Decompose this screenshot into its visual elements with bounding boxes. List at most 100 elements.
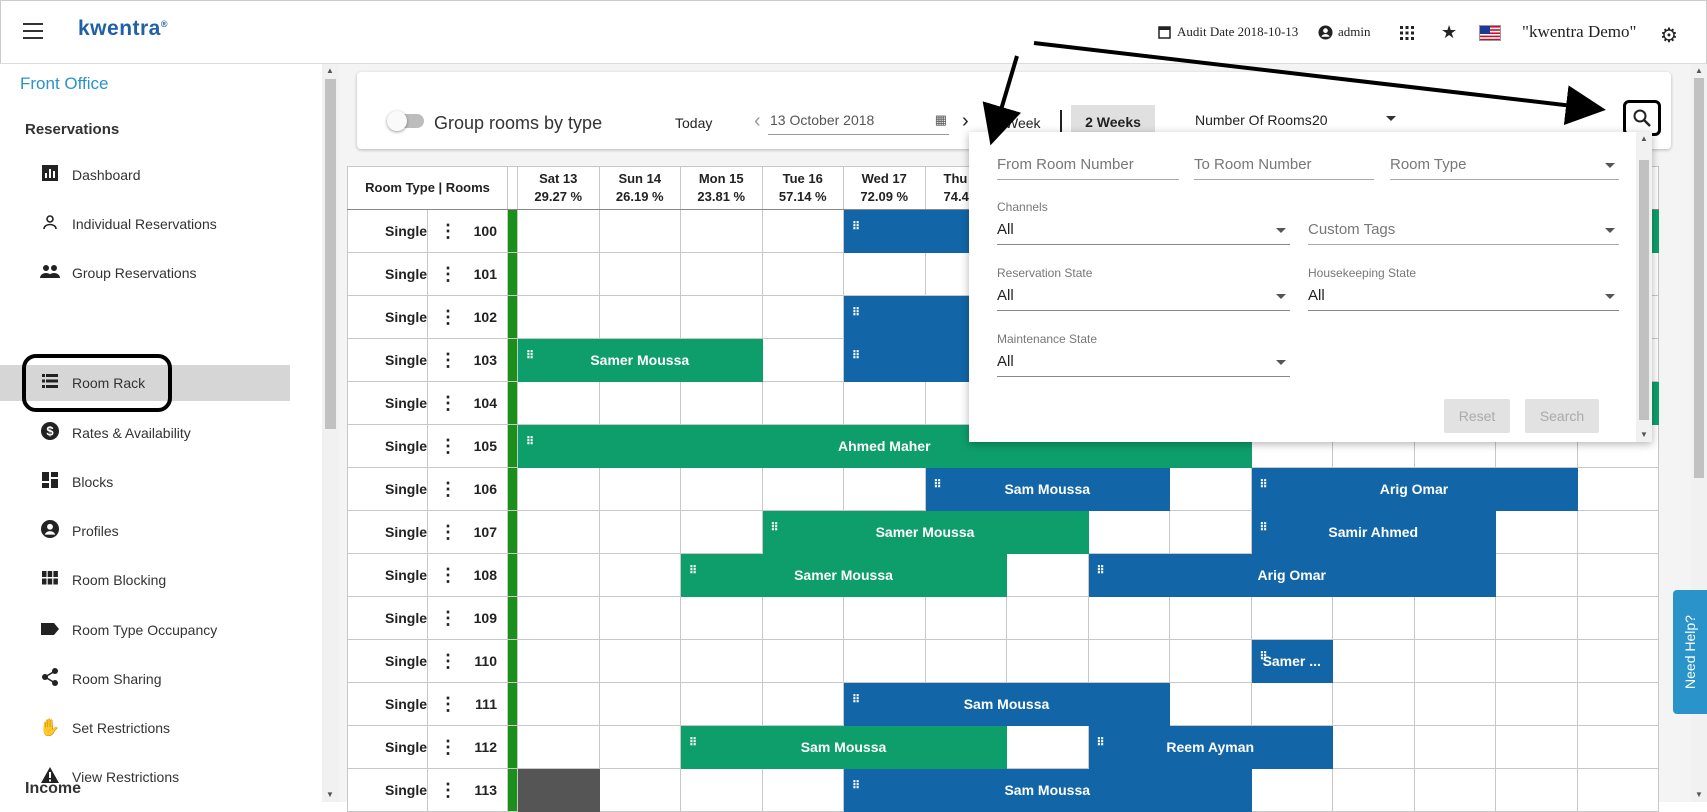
drag-handle-icon[interactable]: ⠿	[1260, 523, 1268, 534]
table-row[interactable]: Single ⋮ 111 ⠿ Sam Moussa	[347, 682, 1659, 726]
more-vert-icon[interactable]: ⋮	[439, 608, 457, 629]
empty-day-cell[interactable]	[680, 209, 763, 253]
empty-day-cell[interactable]	[598, 467, 681, 511]
empty-day-cell[interactable]	[761, 295, 844, 339]
room-number-cell[interactable]: ⋮ 103	[427, 338, 508, 382]
from-room-number-input[interactable]: From Room Number	[997, 156, 1179, 180]
sidebar-item-dashboard[interactable]: Dashboard	[0, 157, 290, 193]
app-logo[interactable]: kwentra®	[78, 17, 168, 41]
drag-handle-icon[interactable]: ⠿	[1260, 652, 1268, 663]
user-menu[interactable]: admin	[1318, 24, 1371, 40]
more-vert-icon[interactable]: ⋮	[439, 737, 457, 758]
company-name[interactable]: "kwentra Demo"	[1522, 22, 1636, 42]
reservation-block[interactable]: ⠿ Arig Omar	[1250, 467, 1578, 511]
more-vert-icon[interactable]: ⋮	[439, 393, 457, 414]
empty-day-cell[interactable]	[761, 467, 844, 511]
empty-day-cell[interactable]	[598, 639, 681, 683]
room-number-cell[interactable]: ⋮ 102	[427, 295, 508, 339]
empty-day-cell[interactable]	[517, 639, 600, 683]
search-submit-button[interactable]: Search	[1525, 399, 1599, 433]
sidebar-item-group-reservations[interactable]: Group Reservations	[0, 255, 290, 291]
empty-day-cell[interactable]	[1169, 639, 1252, 683]
drag-handle-icon[interactable]: ⠿	[689, 738, 697, 749]
empty-day-cell[interactable]	[1006, 639, 1089, 683]
reservation-block[interactable]	[517, 768, 600, 812]
search-panel-scrollbar[interactable]: ▲ ▼	[1636, 132, 1652, 442]
empty-day-cell[interactable]	[843, 252, 926, 296]
reservation-block[interactable]: ⠿ Reem Ayman	[1087, 725, 1333, 769]
empty-day-cell[interactable]	[1332, 725, 1415, 769]
date-field[interactable]: 13 October 2018 ▦	[768, 112, 949, 135]
empty-day-cell[interactable]	[1576, 467, 1659, 511]
empty-day-cell[interactable]	[517, 381, 600, 425]
room-number-cell[interactable]: ⋮ 107	[427, 510, 508, 554]
more-vert-icon[interactable]: ⋮	[439, 651, 457, 672]
table-row[interactable]: Single ⋮ 108 ⠿ Samer Moussa ⠿ Arig Omar	[347, 553, 1659, 597]
empty-day-cell[interactable]	[1495, 725, 1578, 769]
reservation-state-select[interactable]: All	[997, 287, 1290, 311]
reservation-block[interactable]: ⠿ Samer Moussa	[680, 553, 1007, 597]
empty-day-cell[interactable]	[680, 467, 763, 511]
drag-handle-icon[interactable]: ⠿	[852, 351, 860, 362]
empty-day-cell[interactable]	[598, 295, 681, 339]
empty-day-cell[interactable]	[843, 596, 926, 640]
drag-handle-icon[interactable]: ⠿	[852, 695, 860, 706]
empty-day-cell[interactable]	[680, 295, 763, 339]
reservation-block[interactable]: ⠿ Samer Moussa	[761, 510, 1089, 554]
more-vert-icon[interactable]: ⋮	[439, 350, 457, 371]
room-number-cell[interactable]: ⋮ 100	[427, 209, 508, 253]
scroll-up-arrow-icon[interactable]: ▲	[1640, 134, 1648, 143]
empty-day-cell[interactable]	[1495, 510, 1578, 554]
chevron-right-icon[interactable]: ›	[962, 110, 969, 133]
drag-handle-icon[interactable]: ⠿	[526, 437, 534, 448]
empty-day-cell[interactable]	[598, 596, 681, 640]
empty-day-cell[interactable]	[517, 467, 600, 511]
empty-day-cell[interactable]	[680, 768, 763, 812]
empty-day-cell[interactable]	[680, 381, 763, 425]
reservation-block[interactable]: ⠿ Sam Moussa	[843, 768, 1252, 812]
table-row[interactable]: Single ⋮ 109	[347, 596, 1659, 640]
empty-day-cell[interactable]	[1006, 553, 1089, 597]
empty-day-cell[interactable]	[598, 252, 681, 296]
scroll-down-arrow-icon[interactable]: ▼	[1695, 790, 1703, 799]
empty-day-cell[interactable]	[1576, 768, 1659, 812]
drag-handle-icon[interactable]: ⠿	[689, 566, 697, 577]
room-number-cell[interactable]: ⋮ 113	[427, 768, 508, 812]
empty-day-cell[interactable]	[924, 639, 1007, 683]
gear-icon[interactable]: ⚙	[1660, 23, 1678, 48]
today-button[interactable]: Today	[675, 115, 712, 131]
empty-day-cell[interactable]	[843, 467, 926, 511]
empty-day-cell[interactable]	[761, 338, 844, 382]
more-vert-icon[interactable]: ⋮	[439, 479, 457, 500]
empty-day-cell[interactable]	[598, 682, 681, 726]
sidebar-item-room-type-occupancy[interactable]: Room Type Occupancy	[0, 612, 290, 648]
drag-handle-icon[interactable]: ⠿	[1260, 480, 1268, 491]
empty-day-cell[interactable]	[1576, 639, 1659, 683]
empty-day-cell[interactable]	[924, 596, 1007, 640]
empty-day-cell[interactable]	[761, 682, 844, 726]
empty-day-cell[interactable]	[1495, 682, 1578, 726]
empty-day-cell[interactable]	[680, 510, 763, 554]
table-row[interactable]: Single ⋮ 112 ⠿ Sam Moussa ⠿ Reem Ayman	[347, 725, 1659, 769]
room-number-cell[interactable]: ⋮ 110	[427, 639, 508, 683]
empty-day-cell[interactable]	[1169, 682, 1252, 726]
empty-day-cell[interactable]	[517, 596, 600, 640]
room-number-cell[interactable]: ⋮ 109	[427, 596, 508, 640]
room-number-cell[interactable]: ⋮ 105	[427, 424, 508, 468]
empty-day-cell[interactable]	[761, 252, 844, 296]
to-room-number-input[interactable]: To Room Number	[1194, 156, 1374, 180]
week-button[interactable]: Week	[1005, 115, 1041, 131]
table-row[interactable]: Single ⋮ 107 ⠿ Samer Moussa ⠿ Samir Ahmed	[347, 510, 1659, 554]
empty-day-cell[interactable]	[598, 209, 681, 253]
empty-day-cell[interactable]	[1332, 768, 1415, 812]
drag-handle-icon[interactable]: ⠿	[1097, 566, 1105, 577]
empty-day-cell[interactable]	[843, 381, 926, 425]
empty-day-cell[interactable]	[1332, 639, 1415, 683]
empty-day-cell[interactable]	[1169, 596, 1252, 640]
room-number-cell[interactable]: ⋮ 101	[427, 252, 508, 296]
drag-handle-icon[interactable]: ⠿	[771, 523, 779, 534]
sidebar-section-front-office[interactable]: Front Office	[20, 74, 109, 94]
empty-day-cell[interactable]	[1087, 596, 1170, 640]
custom-tags-select[interactable]: Custom Tags	[1308, 221, 1619, 245]
room-number-cell[interactable]: ⋮ 106	[427, 467, 508, 511]
